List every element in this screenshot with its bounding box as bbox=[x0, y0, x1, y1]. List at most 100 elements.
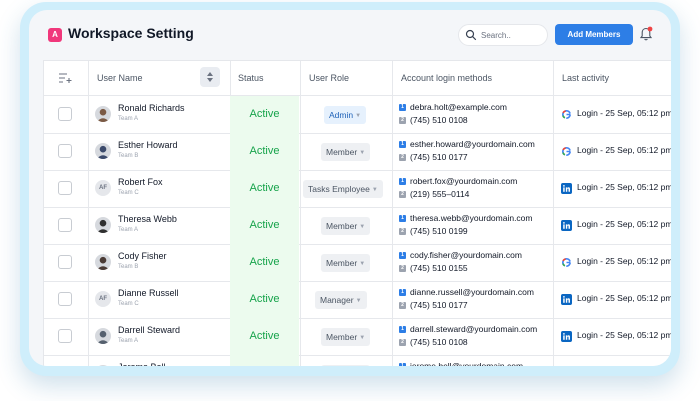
bell-icon[interactable] bbox=[639, 26, 653, 42]
email-method-icon: 1 bbox=[399, 178, 406, 185]
user-name: Cody Fisher bbox=[118, 251, 167, 261]
row-checkbox[interactable] bbox=[58, 181, 72, 195]
role-label: Admin bbox=[329, 110, 354, 120]
email-method-icon: 1 bbox=[399, 252, 406, 259]
column-header-last-activity[interactable]: Last activity bbox=[562, 61, 609, 95]
page-title: Workspace Setting bbox=[68, 25, 194, 41]
login-phone: (745) 510 0199 bbox=[410, 226, 468, 236]
phone-method-icon: 2 bbox=[399, 191, 406, 198]
search-input[interactable] bbox=[481, 28, 545, 42]
row-checkbox[interactable] bbox=[58, 144, 72, 158]
table-row[interactable]: Theresa Webb Team A Active Member ▼ 1 theresa.… bbox=[44, 207, 671, 244]
search-icon bbox=[465, 29, 477, 41]
role-label: Member bbox=[326, 147, 358, 157]
row-checkbox[interactable] bbox=[58, 107, 72, 121]
role-dropdown[interactable]: Member▼ bbox=[321, 143, 371, 161]
members-table: User Name Status User Role Account login… bbox=[43, 60, 671, 366]
status-badge: Active bbox=[230, 133, 299, 170]
linkedin-icon bbox=[561, 331, 572, 342]
role-label: Manager bbox=[320, 295, 354, 305]
user-team: Team B bbox=[118, 153, 139, 159]
row-checkbox[interactable] bbox=[58, 292, 72, 306]
avatar bbox=[95, 328, 111, 344]
status-badge: Active bbox=[230, 318, 299, 355]
google-icon bbox=[562, 258, 571, 267]
status-badge: Active bbox=[230, 96, 299, 133]
role-label: Member bbox=[326, 258, 358, 268]
last-activity: Login - 25 Sep, 05:12 pm bbox=[577, 330, 671, 340]
login-phone: (745) 510 0177 bbox=[410, 152, 468, 162]
last-activity: Login - 25 Sep, 05:12 pm bbox=[577, 293, 671, 303]
avatar bbox=[95, 106, 111, 122]
table-row[interactable]: Jerome BellTeam BActiveMember▼1jerome.be… bbox=[44, 355, 671, 366]
row-checkbox[interactable] bbox=[58, 218, 72, 232]
table-row[interactable]: Esther Howard Team B Active Member ▼ 1 esther.… bbox=[44, 133, 671, 170]
phone-method-icon: 2 bbox=[399, 154, 406, 161]
chevron-down-icon: ▼ bbox=[359, 261, 366, 267]
avatar bbox=[95, 217, 111, 233]
column-header-user-role[interactable]: User Role bbox=[309, 61, 349, 95]
chevron-down-icon: ▼ bbox=[359, 224, 366, 230]
user-team: Team C bbox=[118, 301, 139, 307]
avatar: AF bbox=[95, 180, 111, 196]
phone-method-icon: 2 bbox=[399, 117, 406, 124]
row-checkbox[interactable] bbox=[58, 329, 72, 343]
role-dropdown[interactable]: Tasks Employee ▼ bbox=[303, 180, 383, 198]
user-name: Ronald Richards bbox=[118, 103, 185, 113]
add-members-button[interactable]: Add Members bbox=[555, 24, 633, 45]
avatar bbox=[95, 365, 111, 366]
phone-method-icon: 2 bbox=[399, 265, 406, 272]
column-header-status[interactable]: Status bbox=[238, 61, 264, 95]
login-email: dianne.russell@yourdomain.com bbox=[410, 287, 534, 297]
login-email: esther.howard@yourdomain.com bbox=[410, 139, 535, 149]
status-badge: Active bbox=[230, 355, 299, 366]
phone-method-icon: 2 bbox=[399, 228, 406, 235]
login-email: theresa.webb@yourdomain.com bbox=[410, 213, 533, 223]
last-activity: Login - 25 Sep, 05:12 pm bbox=[577, 145, 671, 155]
brand-logo-icon: A bbox=[48, 28, 62, 42]
last-activity: Login - 25 Sep, 05:12 pm bbox=[577, 256, 671, 266]
login-phone: (745) 510 0108 bbox=[410, 337, 468, 347]
role-dropdown[interactable]: Member▼ bbox=[321, 217, 371, 235]
user-team: Team B bbox=[118, 264, 139, 270]
login-phone: (745) 510 0155 bbox=[410, 263, 468, 273]
email-method-icon: 1 bbox=[399, 363, 406, 366]
avatar bbox=[95, 254, 111, 270]
phone-method-icon: 2 bbox=[399, 302, 406, 309]
user-team: Team A bbox=[118, 338, 139, 344]
user-name: Theresa Webb bbox=[118, 214, 177, 224]
role-dropdown[interactable]: Manager ▼ bbox=[315, 291, 367, 309]
email-method-icon: 1 bbox=[399, 326, 406, 333]
sort-icon bbox=[207, 72, 213, 82]
workspace-window: A Workspace Setting Add Members bbox=[29, 10, 671, 366]
sort-button[interactable] bbox=[200, 67, 220, 87]
login-email: debra.holt@example.com bbox=[410, 102, 507, 112]
google-icon bbox=[562, 147, 571, 156]
table-row[interactable]: AF Dianne Russell Team C Active Manager ▼ 1 dia… bbox=[44, 281, 671, 318]
role-dropdown[interactable]: Member▼ bbox=[321, 254, 371, 272]
search-box[interactable] bbox=[458, 24, 548, 46]
add-filter-icon[interactable] bbox=[58, 72, 72, 84]
user-name: Darrell Steward bbox=[118, 325, 181, 335]
user-name: Dianne Russell bbox=[118, 288, 179, 298]
table-row[interactable]: AF Robert Fox Team C Active Tasks Employee ▼ 1… bbox=[44, 170, 671, 207]
user-name: Jerome Bell bbox=[118, 362, 166, 366]
login-email: jerome.bell@yourdomain.com bbox=[410, 361, 524, 366]
role-dropdown[interactable]: Admin ▼ bbox=[324, 106, 367, 124]
login-email: darrell.steward@yourdomain.com bbox=[410, 324, 538, 334]
table-row[interactable]: Darrell Steward Team A Active Member ▼ 1 darre… bbox=[44, 318, 671, 355]
role-dropdown[interactable]: Member▼ bbox=[321, 365, 371, 366]
column-header-user-name[interactable]: User Name bbox=[97, 61, 143, 95]
table-row[interactable]: Cody Fisher Team B Active Member ▼ 1 cody.fish… bbox=[44, 244, 671, 281]
user-team: Team C bbox=[118, 190, 139, 196]
role-dropdown[interactable]: Member▼ bbox=[321, 328, 371, 346]
column-header-login-methods[interactable]: Account login methods bbox=[401, 61, 492, 95]
row-checkbox[interactable] bbox=[58, 255, 72, 269]
email-method-icon: 1 bbox=[399, 215, 406, 222]
last-activity: Login - 25 Sep, 05:12 pm bbox=[577, 219, 671, 229]
chevron-down-icon: ▼ bbox=[355, 113, 362, 119]
table-row[interactable]: Ronald Richards Team A Active Admin ▼ 1 debra.… bbox=[44, 96, 671, 133]
user-team: Team A bbox=[118, 227, 139, 233]
linkedin-icon bbox=[561, 220, 572, 231]
header-bar: A Workspace Setting Add Members bbox=[29, 10, 671, 60]
